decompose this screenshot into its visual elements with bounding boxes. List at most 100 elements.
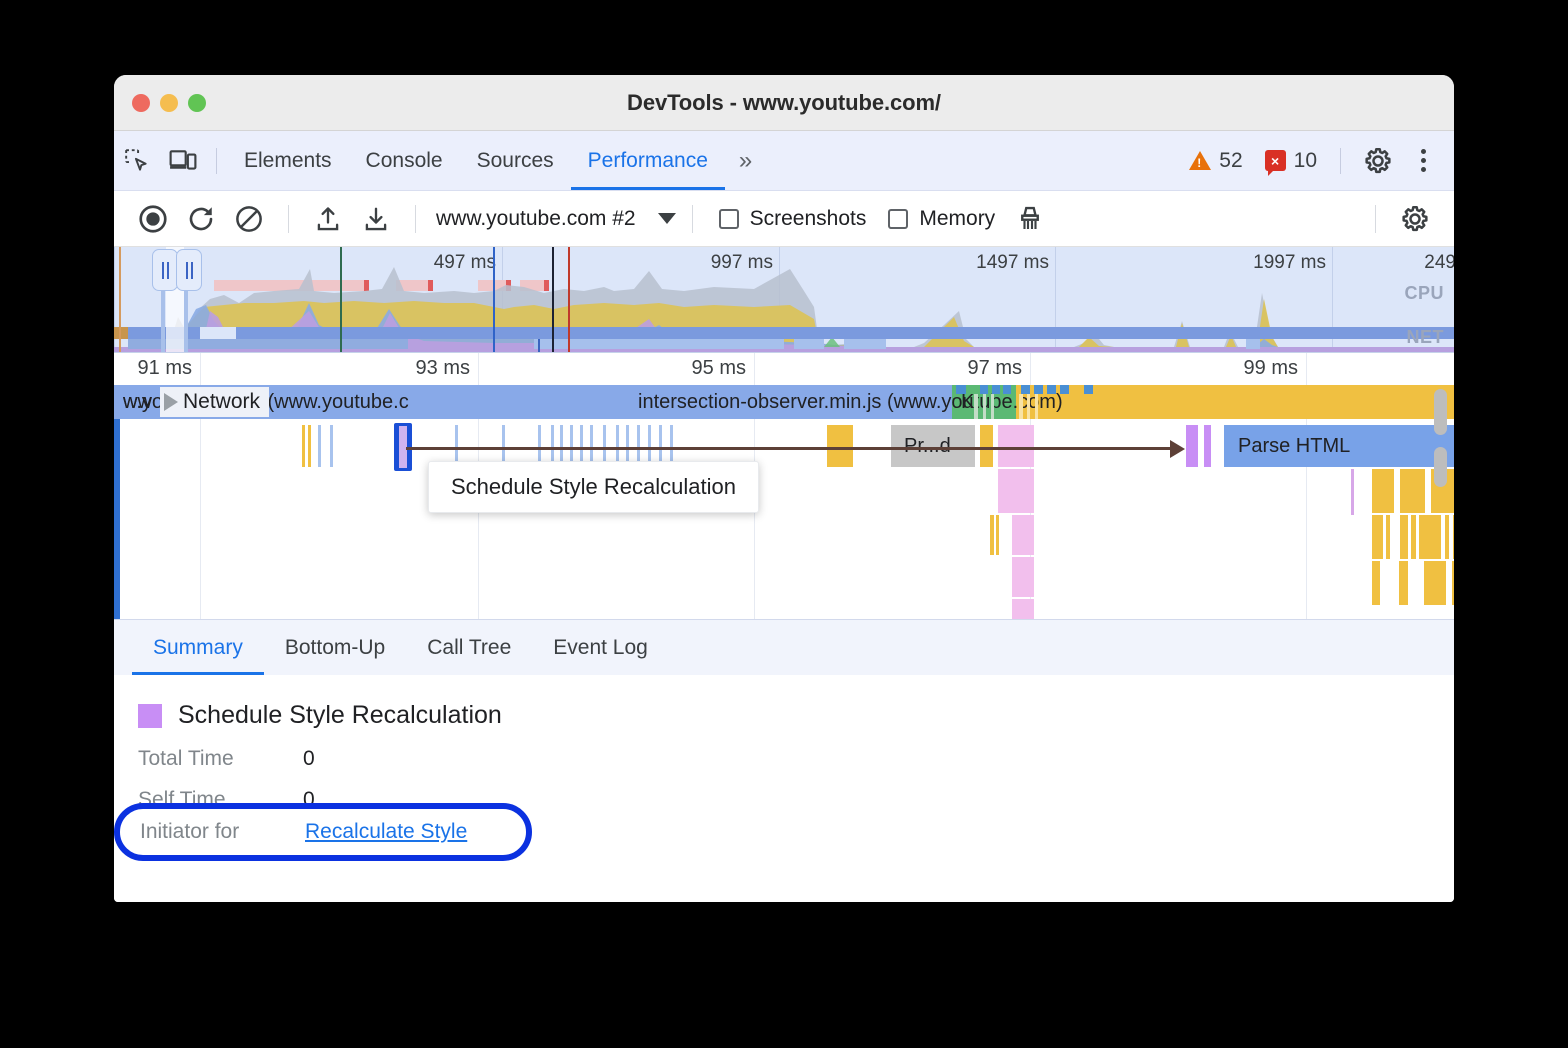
ruler-tick-97ms: 97 ms [968,357,1030,380]
initiator-row-highlight: Initiator for Recalculate Style [114,803,532,861]
tab-call-tree-label: Call Tree [427,636,511,660]
flame-bar-pink-2[interactable] [998,469,1034,513]
expand-triangle-icon[interactable] [164,393,178,411]
flame-chart[interactable]: 91 ms 93 ms 95 ms 97 ms 99 ms w.youtube.… [114,353,1454,619]
initiator-for-label: Initiator for [140,820,305,844]
tab-bottom-up-label: Bottom-Up [285,636,385,660]
toolbar-divider-2 [1340,148,1341,174]
event-color-swatch [138,704,162,728]
flame-bar-pink-5[interactable] [1012,599,1034,619]
download-profile-icon[interactable] [353,196,399,242]
summary-panel: Schedule Style Recalculation Total Time … [114,675,1454,902]
flame-bar-ww-label: ww [114,385,160,419]
profile-selector-label: www.youtube.com #2 [436,207,636,231]
tab-bottom-up[interactable]: Bottom-Up [264,621,406,675]
flame-bar-intersection-observer-label-holder: intersection-observer.min.js (www.youtub… [574,385,1454,419]
flame-bar-pink-4[interactable] [1012,557,1034,597]
overview-marker-red [568,247,570,352]
kebab-menu-icon[interactable] [1405,149,1442,172]
perfbar-divider-3 [692,205,693,233]
tab-event-log-label: Event Log [553,636,648,660]
flame-bar-prd-label: Pr...d [891,425,975,456]
tab-event-log[interactable]: Event Log [532,621,669,675]
flame-chart-ruler: 91 ms 93 ms 95 ms 97 ms 99 ms [114,353,1454,385]
capture-settings-gear-icon[interactable] [1392,196,1438,242]
tab-summary-label: Summary [153,636,243,660]
flame-bar-prd[interactable]: Pr...d [891,425,975,467]
devtools-window: DevTools - www.youtube.com/ Elements Con… [114,75,1454,902]
ruler-tick-99ms: 99 ms [1244,357,1306,380]
flame-bar-yellow-after-prd[interactable] [980,425,993,467]
initiator-recalculate-style-link[interactable]: Recalculate Style [305,820,467,844]
event-tooltip-text: Schedule Style Recalculation [451,474,736,499]
error-cross-icon: × [1265,150,1286,171]
overview-marker-green [340,247,342,352]
collect-garbage-icon[interactable] [1007,196,1053,242]
overview-window-handle-left[interactable] [152,249,178,291]
perfbar-divider-2 [415,205,416,233]
flame-bar-intersection-observer-label: intersection-observer.min.js (www.youtub… [574,385,1454,412]
checkbox-box-screenshots[interactable] [719,209,739,229]
device-toolbar-icon[interactable] [160,138,206,184]
inspect-element-icon[interactable] [114,138,160,184]
clear-prohibited-icon[interactable] [226,196,272,242]
tab-bar-right-controls: 52 × 10 [1180,138,1454,184]
tab-elements-label: Elements [244,149,332,173]
initiator-arrow-head [1170,440,1185,458]
overview-marker-blue [493,247,495,352]
flame-bar-purple-target-2[interactable] [1204,425,1211,467]
error-counter[interactable]: × 10 [1256,149,1326,173]
reload-record-icon[interactable] [178,196,224,242]
tab-call-tree[interactable]: Call Tree [406,621,532,675]
overview-cpu-label: CPU [1404,283,1444,304]
overview-net-label: NET [1407,327,1445,348]
tab-sources[interactable]: Sources [460,132,571,190]
screenshots-checkbox[interactable]: Screenshots [709,207,877,231]
screenshots-label: Screenshots [750,207,867,231]
performance-toolbar: www.youtube.com #2 Screenshots Memory [114,191,1454,247]
flame-bar-pink-1[interactable] [998,425,1034,467]
summary-event-title: Schedule Style Recalculation [178,701,502,730]
tab-summary[interactable]: Summary [132,621,264,675]
flame-bar-purple-target[interactable] [1186,425,1198,467]
summary-row-total-time: Total Time 0 [138,747,1454,771]
ruler-tick-95ms: 95 ms [692,357,754,380]
gear-icon[interactable] [1355,138,1401,184]
flame-bar-parse-html-label: Parse HTML [1224,425,1454,456]
profile-selector[interactable]: www.youtube.com #2 [432,207,676,231]
error-count-label: 10 [1294,149,1317,173]
flame-chart-scrollbar-thumb-1[interactable] [1434,389,1447,435]
flame-bar-yellow-mid[interactable] [827,425,853,467]
overview-marker-orange [119,247,121,352]
flame-chart-rows[interactable]: w.youtube.com/ (www.youtube.c K intersec… [114,385,1454,619]
perfbar-divider-1 [288,205,289,233]
warning-triangle-icon [1189,151,1211,170]
flame-chart-scrollbar-thumb-2[interactable] [1434,447,1447,487]
checkbox-box-memory[interactable] [888,209,908,229]
flame-bar-parse-html[interactable]: Parse HTML [1224,425,1454,467]
tab-performance[interactable]: Performance [571,132,725,190]
chevron-down-icon[interactable] [658,213,676,224]
perfbar-divider-4 [1375,205,1376,233]
total-time-value: 0 [303,747,315,771]
ruler-tick-91ms: 91 ms [138,357,200,380]
ruler-tick-93ms: 93 ms [416,357,478,380]
memory-label: Memory [919,207,995,231]
window-title: DevTools - www.youtube.com/ [114,90,1454,116]
tab-console-label: Console [366,149,443,173]
record-circle-icon[interactable] [130,196,176,242]
tab-performance-label: Performance [588,149,708,173]
overview-window-handle-right[interactable] [176,249,202,291]
warning-counter[interactable]: 52 [1180,149,1251,173]
tab-console[interactable]: Console [349,132,460,190]
network-track-header[interactable]: Network [160,387,269,417]
flame-bar-ww-text: ww [114,385,160,412]
devtools-tab-bar: Elements Console Sources Performance » 5… [114,131,1454,191]
tab-elements[interactable]: Elements [227,132,349,190]
upload-profile-icon[interactable] [305,196,351,242]
memory-checkbox[interactable]: Memory [878,207,1005,231]
timeline-overview[interactable]: 497 ms 997 ms 1497 ms 1997 ms 249 [114,247,1454,353]
chevron-double-right-icon[interactable]: » [725,132,766,190]
tab-sources-label: Sources [477,149,554,173]
flame-bar-pink-3[interactable] [1012,515,1034,555]
